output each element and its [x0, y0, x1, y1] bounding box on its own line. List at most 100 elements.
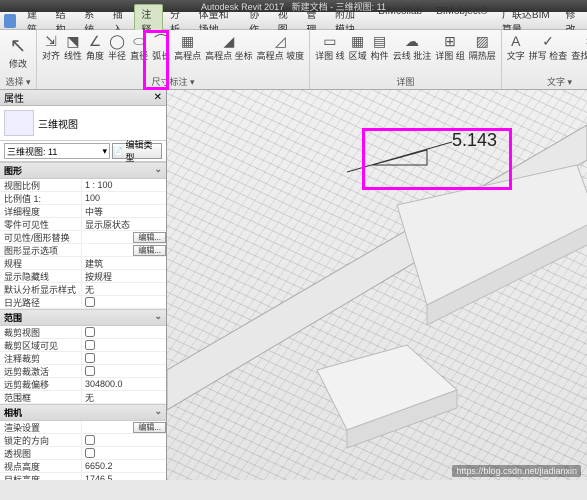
prop-checkbox[interactable]: [85, 435, 95, 445]
prop-row: 透视图: [0, 447, 166, 460]
expand-icon[interactable]: ⌄: [154, 311, 162, 324]
ribbon-icon: ⌒: [152, 32, 170, 50]
ribbon-group-0: ↖修改选择 ▾: [0, 30, 37, 89]
prop-row: 视图比例1 : 100: [0, 179, 166, 192]
ribbon-btn-尺寸标注 ▾-7[interactable]: ◢高程点 坐标: [203, 31, 255, 62]
prop-key: 日光路径: [0, 296, 82, 309]
ribbon-btn-尺寸标注 ▾-8[interactable]: ◿高程点 坡度: [255, 31, 307, 62]
watermark: https://blog.csdn.net/jiadianxin: [452, 465, 581, 477]
slope-measurement-label[interactable]: 5.143: [452, 130, 497, 151]
prop-value[interactable]: 无: [82, 391, 166, 404]
app-menu-button[interactable]: [4, 14, 16, 28]
edit-type-button[interactable]: 📄 编辑类型: [112, 143, 162, 159]
prop-row: 默认分析显示样式无: [0, 283, 166, 296]
ribbon-btn-选择 ▾-0[interactable]: ↖修改: [3, 31, 33, 70]
ribbon-btn-详图-0[interactable]: ▭详图 线: [313, 31, 347, 62]
prop-key: 规程: [0, 257, 82, 270]
ribbon-icon: ▦: [349, 32, 367, 50]
ribbon-btn-文字 ▾-1[interactable]: ✓拼写 检查: [527, 31, 570, 62]
prop-text: 按规程: [85, 270, 112, 283]
type-name: 三维视图: [38, 116, 78, 131]
properties-panel: 属性 ✕ 三维视图 三维视图: 11▾ 📄 编辑类型 图形⌄视图比例1 : 10…: [0, 90, 167, 480]
ribbon-btn-详图-1[interactable]: ▦区域: [347, 31, 369, 62]
prop-row: 图形显示选项编辑...: [0, 244, 166, 257]
ribbon-btn-详图-4[interactable]: ⊞详图 组: [433, 31, 467, 62]
ribbon-btn-文字 ▾-0[interactable]: A文字: [505, 31, 527, 62]
prop-key: 范围框: [0, 391, 82, 404]
prop-checkbox[interactable]: [85, 297, 95, 307]
ribbon-btn-尺寸标注 ▾-6[interactable]: ▦高程点: [172, 31, 203, 62]
prop-value[interactable]: [82, 297, 166, 307]
prop-edit-button[interactable]: 编辑...: [133, 232, 166, 243]
prop-value[interactable]: 显示原状态: [82, 218, 166, 231]
prop-category-1[interactable]: 范围⌄: [0, 309, 166, 326]
prop-value[interactable]: 1 : 100: [82, 180, 166, 190]
ribbon-btn-尺寸标注 ▾-2[interactable]: ∠角度: [84, 31, 106, 62]
ribbon-label: 隔热层: [469, 51, 496, 61]
prop-key: 零件可见性: [0, 218, 82, 231]
prop-value[interactable]: 6650.2: [82, 461, 166, 471]
ribbon-btn-文字 ▾-2[interactable]: ⇄查找/ 替换: [569, 31, 587, 62]
prop-edit-button[interactable]: 编辑...: [133, 245, 166, 256]
ribbon-btn-详图-2[interactable]: ▤构件: [369, 31, 391, 62]
prop-key: 显示隐藏线: [0, 270, 82, 283]
ribbon-btn-尺寸标注 ▾-5[interactable]: ⌒弧长: [150, 31, 172, 62]
ribbon-btn-尺寸标注 ▾-4[interactable]: ⬭直径: [128, 31, 150, 62]
properties-title: 属性 ✕: [0, 90, 166, 106]
ribbon-icon: ▨: [473, 32, 491, 50]
prop-edit-button[interactable]: 编辑...: [133, 422, 166, 433]
prop-checkbox[interactable]: [85, 327, 95, 337]
ribbon-group-label: 尺寸标注 ▾: [40, 74, 306, 88]
ribbon-label: 文字: [507, 51, 525, 61]
prop-value[interactable]: 304800.0: [82, 379, 166, 389]
prop-row: 详细程度中等: [0, 205, 166, 218]
ribbon-label: 角度: [86, 51, 104, 61]
prop-value[interactable]: [82, 327, 166, 337]
prop-checkbox[interactable]: [85, 448, 95, 458]
ribbon-group-2: ▭详图 线▦区域▤构件☁云线 批注⊞详图 组▨隔热层详图: [310, 30, 502, 89]
prop-value[interactable]: 建筑: [82, 257, 166, 270]
prop-checkbox[interactable]: [85, 340, 95, 350]
close-icon[interactable]: ✕: [154, 92, 162, 103]
ribbon-icon: ▦: [179, 32, 197, 50]
prop-key: 注释裁剪: [0, 352, 82, 365]
ribbon-btn-详图-3[interactable]: ☁云线 批注: [391, 31, 434, 62]
prop-row: 范围框无: [0, 391, 166, 404]
prop-value[interactable]: [82, 366, 166, 376]
prop-value[interactable]: [82, 448, 166, 458]
menubar: 建筑结构系统插入注释分析体量和场地协作视图管理附加模块BIMcollabBIMo…: [0, 12, 587, 30]
ribbon-label: 修改: [9, 59, 27, 69]
prop-value[interactable]: 100: [82, 193, 166, 203]
ribbon-icon: ↖: [5, 32, 31, 58]
viewport-3d[interactable]: 5.143 https://blog.csdn.net/jiadianxin: [167, 90, 587, 480]
instance-selector[interactable]: 三维视图: 11▾: [4, 143, 110, 159]
ribbon-btn-尺寸标注 ▾-1[interactable]: ⬔线性: [62, 31, 84, 62]
prop-value[interactable]: 编辑...: [82, 422, 166, 433]
prop-text: 1 : 100: [85, 180, 113, 190]
prop-value[interactable]: [82, 353, 166, 363]
ribbon-label: 弧长: [152, 51, 170, 61]
prop-checkbox[interactable]: [85, 353, 95, 363]
expand-icon[interactable]: ⌄: [154, 164, 162, 177]
prop-value[interactable]: 按规程: [82, 270, 166, 283]
prop-category-2[interactable]: 相机⌄: [0, 404, 166, 421]
prop-row: 远剪裁偏移304800.0: [0, 378, 166, 391]
prop-row: 比例值 1:100: [0, 192, 166, 205]
chevron-down-icon: ▾: [102, 146, 107, 157]
expand-icon[interactable]: ⌄: [154, 406, 162, 419]
prop-value[interactable]: [82, 340, 166, 350]
ribbon-btn-详图-5[interactable]: ▨隔热层: [467, 31, 498, 62]
prop-value[interactable]: 无: [82, 283, 166, 296]
prop-checkbox[interactable]: [85, 366, 95, 376]
model-overlay: [167, 90, 587, 480]
prop-value[interactable]: 编辑...: [82, 245, 166, 256]
ribbon-btn-尺寸标注 ▾-3[interactable]: ◯半径: [106, 31, 128, 62]
ribbon-btn-尺寸标注 ▾-0[interactable]: ⇲对齐: [40, 31, 62, 62]
ribbon-group-3: A文字✓拼写 检查⇄查找/ 替换文字 ▾: [502, 30, 587, 89]
prop-value[interactable]: [82, 435, 166, 445]
prop-category-0[interactable]: 图形⌄: [0, 162, 166, 179]
prop-value[interactable]: 1746.5: [82, 474, 166, 480]
prop-value[interactable]: 编辑...: [82, 232, 166, 243]
prop-text: 显示原状态: [85, 218, 130, 231]
prop-value[interactable]: 中等: [82, 205, 166, 218]
